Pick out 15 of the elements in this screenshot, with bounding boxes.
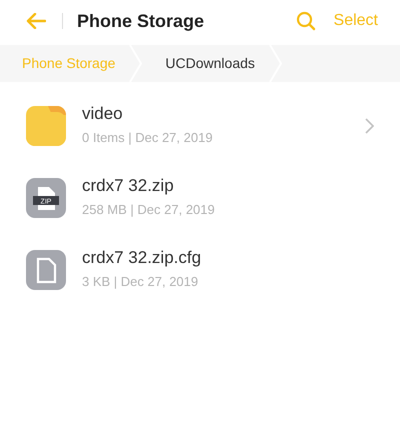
file-name: video [82, 104, 124, 124]
folder-icon [26, 106, 66, 146]
file-name: crdx7 32.zip.cfg [82, 248, 202, 268]
file-details: 3 KB | Dec 27, 2019 [82, 273, 200, 292]
file-details: 0 Items | Dec 27, 2019 [82, 129, 214, 148]
back-arrow-icon[interactable] [26, 13, 46, 29]
page-title: Phone Storage [77, 10, 204, 33]
chevron-right-icon[interactable] [365, 118, 374, 134]
file-icon [26, 250, 66, 290]
file-details: 258 MB | Dec 27, 2019 [82, 201, 216, 220]
breadcrumb[interactable]: Phone Storage [0, 45, 130, 82]
file-name: crdx7 32.zip [82, 176, 175, 196]
breadcrumb[interactable]: UCDownloads [143, 45, 269, 82]
search-icon[interactable] [296, 11, 316, 31]
select-button[interactable]: Select [334, 9, 378, 33]
